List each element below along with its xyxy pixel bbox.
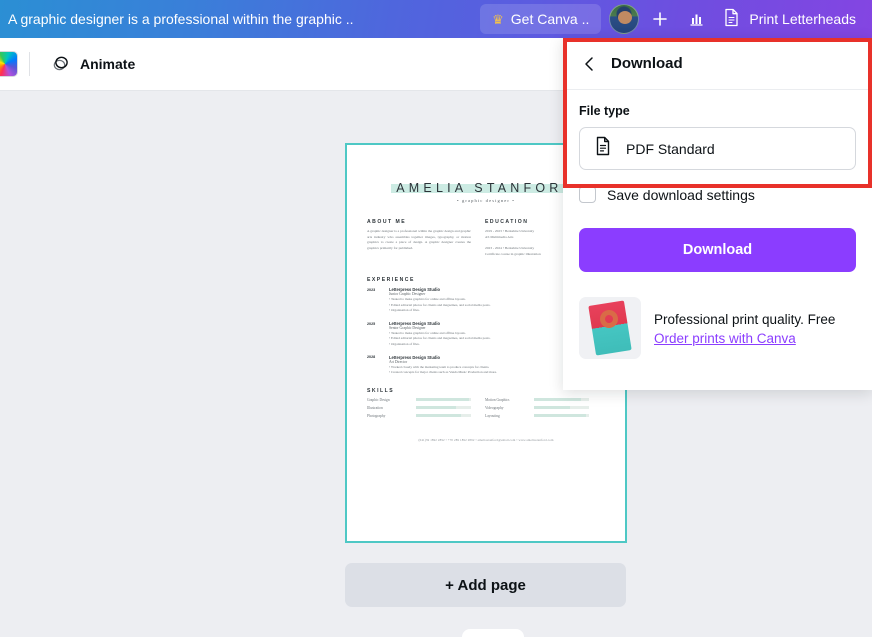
- resume-about-section: ABOUT ME A graphic designer is a profess…: [367, 219, 471, 263]
- about-heading: ABOUT ME: [367, 219, 407, 225]
- experience-year: 2025: [367, 321, 376, 326]
- skill-bar: [534, 398, 589, 401]
- download-button[interactable]: Download: [579, 228, 856, 272]
- save-settings-checkbox[interactable]: [579, 186, 596, 203]
- download-panel-title: Download: [611, 55, 683, 72]
- animate-label: Animate: [80, 56, 136, 72]
- skill-name: Layouting: [485, 413, 500, 418]
- grand-opening-flyer-thumbnail-icon: [579, 297, 641, 359]
- skill-row: Illustration: [367, 406, 471, 410]
- resume-skills-section: SKILLS Graphic Design Illustration Photo…: [367, 388, 605, 422]
- skill-row: Motion Graphics: [485, 398, 589, 402]
- save-settings-label: Save download settings: [607, 186, 755, 203]
- skills-columns: Graphic Design Illustration Photography: [367, 398, 605, 422]
- skill-bar-fill: [534, 406, 571, 409]
- experience-year: 2023: [367, 287, 376, 292]
- skill-bar-fill: [416, 406, 457, 409]
- skill-row: Photography: [367, 414, 471, 418]
- download-panel-header: Download: [563, 38, 872, 90]
- get-canva-label: Get Canva ..: [510, 11, 590, 27]
- skill-bar: [534, 406, 589, 409]
- skill-row: Graphic Design: [367, 398, 471, 402]
- insights-chart-icon[interactable]: [679, 4, 713, 34]
- add-collaborator-button[interactable]: [643, 4, 677, 34]
- skill-bar: [534, 414, 589, 417]
- topbar-right-actions: ♛ Get Canva .. Print Letterheads: [480, 0, 872, 38]
- print-letterheads-button[interactable]: Print Letterheads: [715, 4, 866, 34]
- skill-name: Graphic Design: [367, 397, 390, 402]
- order-prints-link[interactable]: Order prints with Canva: [654, 331, 835, 346]
- get-canva-pro-button[interactable]: ♛ Get Canva ..: [480, 4, 602, 34]
- skills-column-left: Graphic Design Illustration Photography: [367, 398, 471, 422]
- animate-button[interactable]: Animate: [43, 48, 143, 80]
- promo-card-art: [588, 300, 632, 356]
- experience-year: 2028: [367, 355, 376, 360]
- animate-circles-icon: [51, 53, 71, 76]
- skill-bar-fill: [534, 414, 586, 417]
- download-panel: Download File type PDF Standard Save dow…: [563, 38, 872, 390]
- skill-row: Layouting: [485, 414, 589, 418]
- add-page-button[interactable]: + Add page: [345, 563, 626, 607]
- document-icon: [723, 8, 740, 30]
- toolbar-divider: [29, 52, 30, 76]
- skill-name: Motion Graphics: [485, 397, 510, 402]
- skill-bar: [416, 414, 471, 417]
- resume-footer-contact: (041)39 1892 2892 • +70 289 1892 2892 • …: [418, 437, 554, 442]
- promo-text: Professional print quality. Free: [654, 312, 836, 328]
- skill-name: Videography: [485, 405, 504, 410]
- promo-text-wrap: Professional print quality. Free Order p…: [654, 310, 835, 346]
- file-type-section: File type PDF Standard: [563, 90, 872, 170]
- rainbow-color-swatch-icon[interactable]: [0, 51, 18, 77]
- file-type-label: File type: [579, 104, 630, 118]
- top-app-bar: A graphic designer is a professional wit…: [0, 0, 872, 38]
- skill-bar-fill: [416, 398, 469, 401]
- pdf-document-icon: [594, 136, 612, 161]
- skill-name: Illustration: [367, 405, 383, 410]
- crown-icon: ♛: [492, 11, 504, 27]
- skill-bar-fill: [534, 398, 581, 401]
- about-text: A graphic designer is a professional wit…: [367, 229, 471, 250]
- skill-row: Videography: [485, 406, 589, 410]
- avatar[interactable]: [609, 4, 640, 34]
- skill-bar: [416, 398, 471, 401]
- file-type-select[interactable]: PDF Standard: [579, 127, 856, 170]
- save-download-settings-row[interactable]: Save download settings: [563, 170, 872, 203]
- skill-bar: [416, 406, 471, 409]
- print-letterheads-label: Print Letterheads: [749, 11, 856, 27]
- chevron-left-icon[interactable]: [579, 54, 599, 74]
- skill-name: Photography: [367, 413, 386, 418]
- skills-column-right: Motion Graphics Videography Layouting: [485, 398, 589, 422]
- skill-bar-fill: [416, 414, 462, 417]
- page-toolbar-pill[interactable]: [462, 629, 524, 637]
- file-type-value: PDF Standard: [626, 140, 715, 157]
- document-title[interactable]: A graphic designer is a professional wit…: [0, 11, 354, 27]
- print-promo-card[interactable]: Professional print quality. Free Order p…: [573, 291, 862, 365]
